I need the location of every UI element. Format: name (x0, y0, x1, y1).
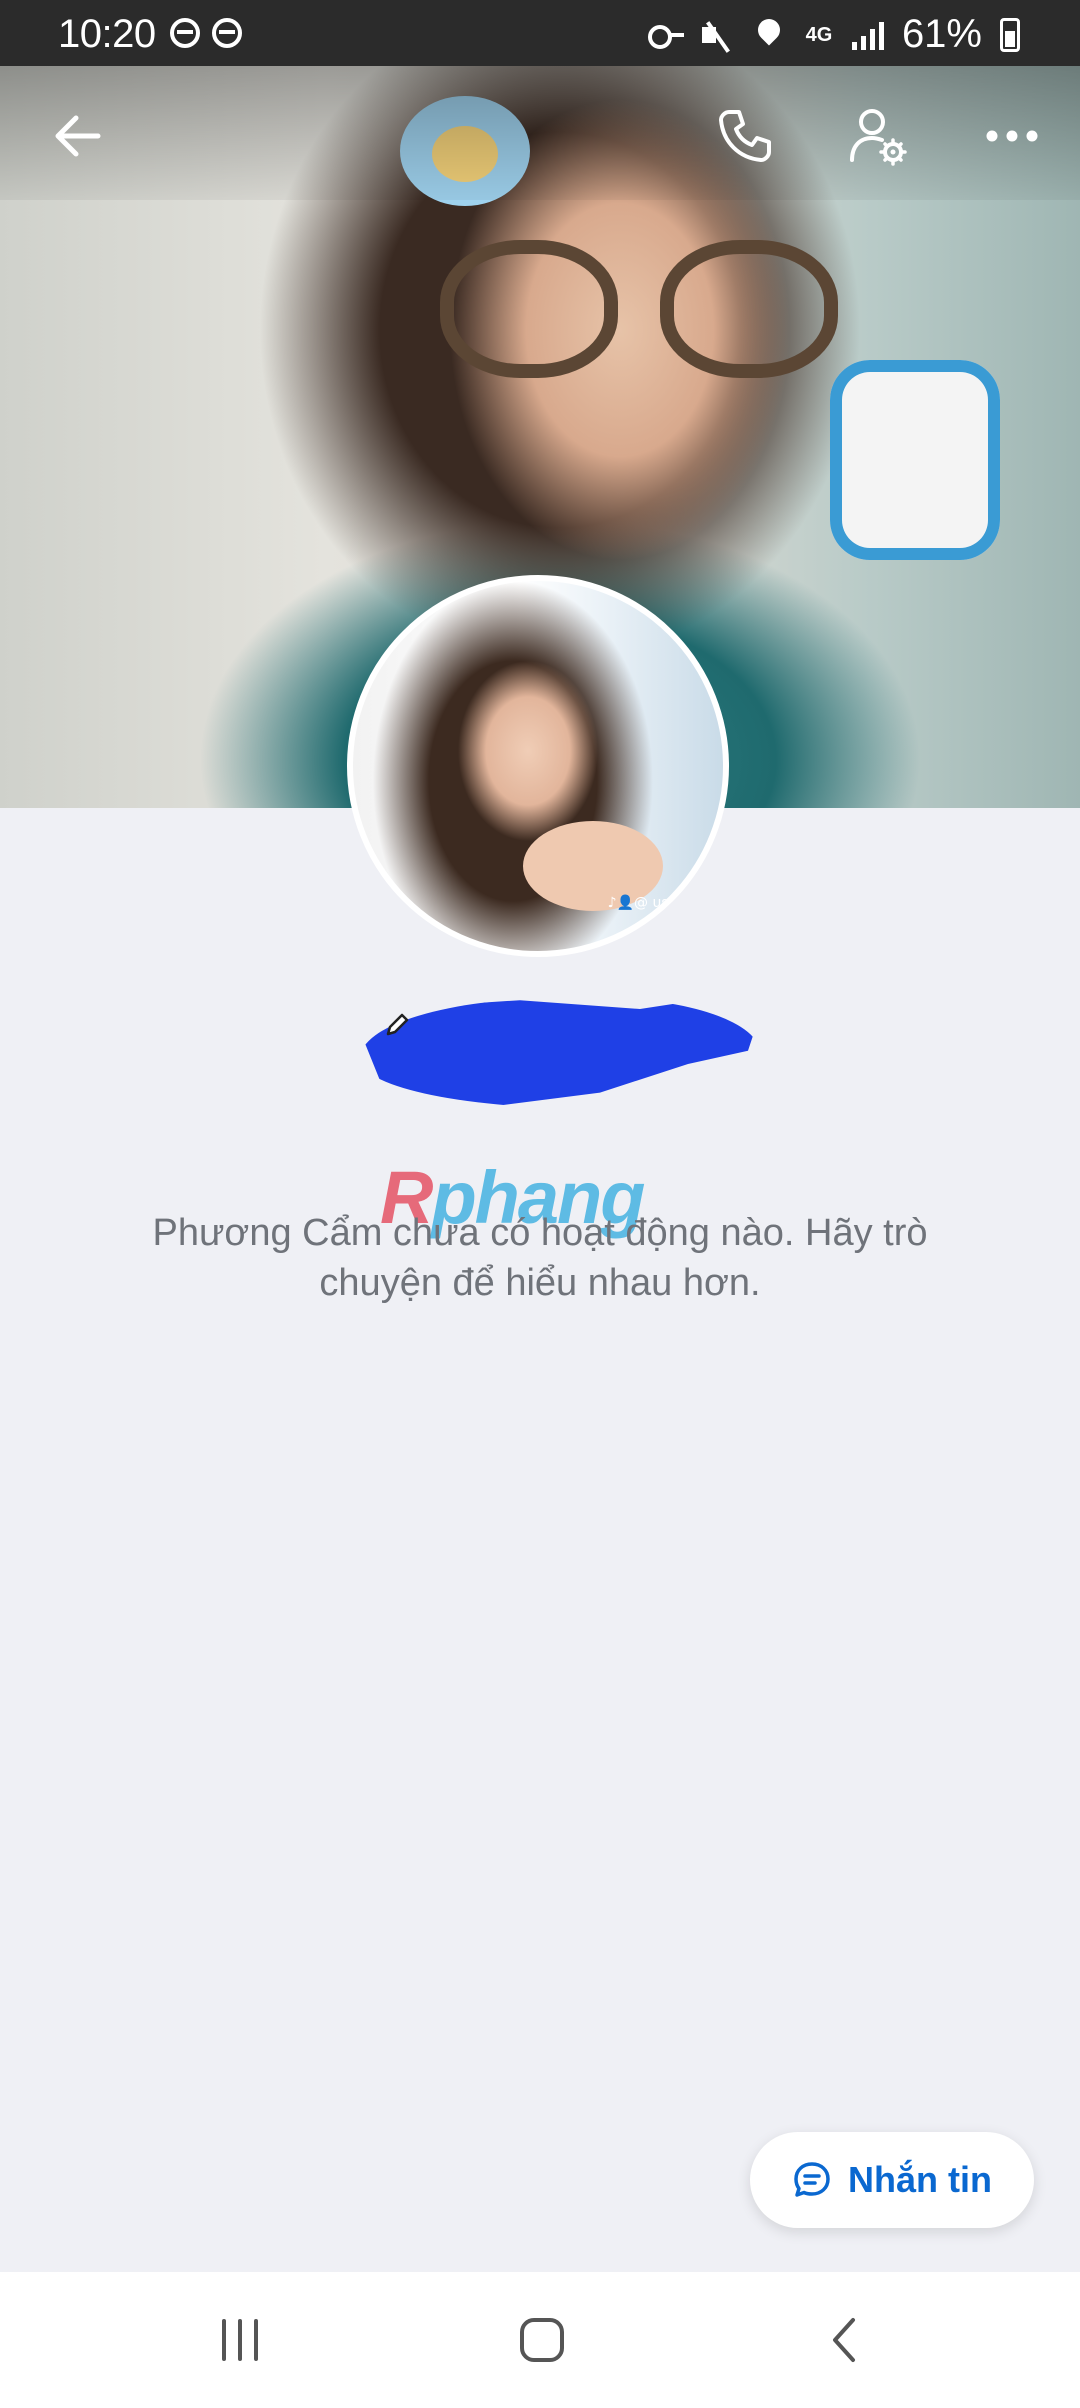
avatar-watermark-tag: ♪👤@ user (607, 895, 683, 911)
back-button[interactable] (38, 96, 118, 176)
recent-apps-icon (222, 2319, 258, 2361)
message-button-label: Nhắn tin (848, 2159, 992, 2200)
battery-icon (1000, 17, 1020, 52)
nav-back-button[interactable] (800, 2300, 890, 2380)
signal-icon (851, 20, 884, 50)
status-time: 10:20 (58, 12, 156, 56)
avatar[interactable]: ♪👤@ user (347, 575, 729, 957)
battery-percent: 61% (901, 12, 982, 56)
cover-photo-detail (440, 240, 618, 378)
steering-wheel-icon (170, 18, 200, 48)
recent-apps-button[interactable] (195, 2300, 285, 2380)
status-bar: 10:20 4G 61% (0, 0, 1080, 66)
message-button[interactable]: Nhắn tin (750, 2132, 1034, 2228)
steering-wheel-icon (212, 18, 242, 48)
user-settings-icon (850, 109, 907, 166)
phone-icon (719, 110, 771, 162)
back-arrow-icon (55, 115, 101, 157)
profile-top-bar (0, 66, 1080, 206)
status-left-icons (170, 18, 242, 48)
home-button[interactable] (497, 2300, 587, 2380)
cover-photo-detail (830, 360, 1000, 560)
empty-activity-message: Phương Cẩm chưa có hoạt động nào. Hãy tr… (152, 1212, 928, 1304)
back-icon (833, 2318, 855, 2362)
cover-photo-detail (660, 240, 838, 378)
chat-bubble-icon (794, 2162, 830, 2197)
key-icon (647, 19, 684, 51)
call-button[interactable] (705, 96, 785, 176)
location-icon (752, 19, 786, 51)
network-4g-icon: 4G (805, 23, 833, 46)
system-nav-bar (0, 2272, 1080, 2408)
profile-settings-button[interactable] (838, 96, 918, 176)
mute-icon (700, 19, 734, 51)
more-icon (986, 130, 1038, 142)
name-redaction (360, 998, 760, 1108)
home-icon (520, 2318, 564, 2362)
pencil-icon[interactable] (382, 1010, 412, 1040)
profile-name[interactable] (360, 998, 760, 1108)
status-right-icons: 4G 61% (647, 12, 1020, 57)
more-options-button[interactable] (972, 96, 1052, 176)
